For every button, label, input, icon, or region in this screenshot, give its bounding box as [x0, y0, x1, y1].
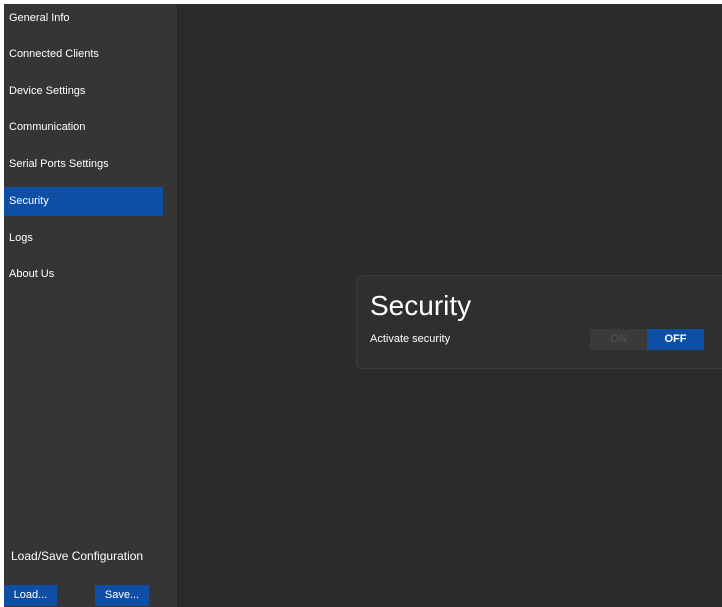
load-save-configuration-heading: Load/Save Configuration	[11, 549, 144, 563]
sidebar-item-communication[interactable]: Communication	[4, 113, 163, 142]
activate-security-toggle[interactable]: ON OFF	[590, 329, 704, 350]
sidebar-item-serial-ports-settings[interactable]: Serial Ports Settings	[4, 150, 163, 179]
load-button[interactable]: Load...	[4, 585, 57, 606]
page-title: Security	[370, 290, 472, 321]
sidebar-item-about-us[interactable]: About Us	[4, 260, 163, 289]
sidebar-item-general-info[interactable]: General Info	[4, 4, 163, 33]
sidebar-item-connected-clients[interactable]: Connected Clients	[4, 40, 163, 69]
security-panel: Security Activate security ON OFF	[356, 275, 722, 369]
sidebar-item-security[interactable]: Security	[4, 187, 163, 216]
activate-security-label: Activate security	[370, 333, 451, 345]
toggle-off-option[interactable]: OFF	[647, 329, 704, 350]
sidebar-item-logs[interactable]: Logs	[4, 224, 163, 253]
sidebar-item-device-settings[interactable]: Device Settings	[4, 77, 163, 106]
app-window: General Info Connected Clients Device Se…	[4, 4, 722, 607]
save-button[interactable]: Save...	[95, 585, 149, 606]
sidebar: General Info Connected Clients Device Se…	[4, 4, 178, 607]
toggle-on-option[interactable]: ON	[590, 329, 647, 350]
main-content: Security Activate security ON OFF	[178, 4, 722, 607]
